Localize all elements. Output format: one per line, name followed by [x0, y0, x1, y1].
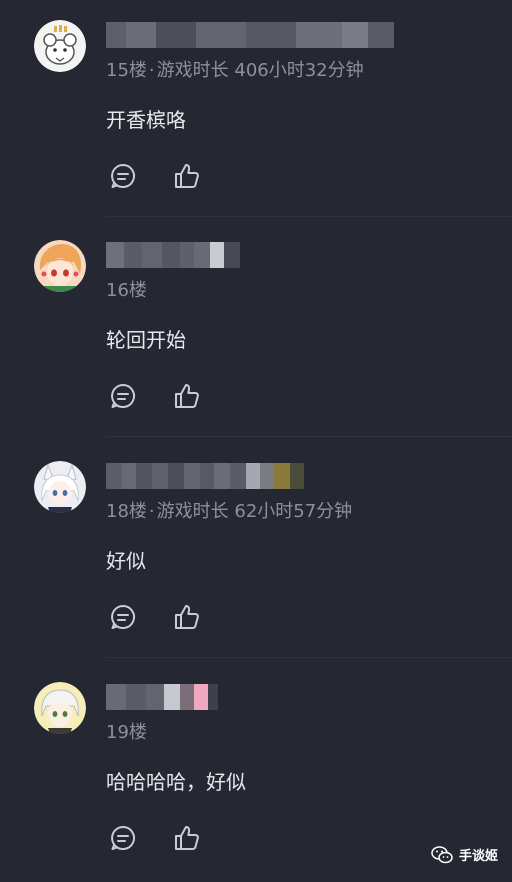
- rat-avatar-icon[interactable]: [34, 20, 86, 72]
- anime-girl-avatar-icon[interactable]: [34, 240, 86, 292]
- thumbs-up-icon: [175, 826, 199, 850]
- comment-actions: [108, 601, 202, 633]
- like-button[interactable]: [172, 823, 202, 853]
- comment-bubble-icon: [111, 605, 135, 629]
- comment-item: 16楼 轮回开始: [0, 220, 512, 440]
- floor-meta: 16楼: [106, 276, 147, 302]
- floor-number: 18楼: [106, 501, 147, 522]
- comment-item: 15楼 · 游戏时长 406小时32分钟 开香槟咯: [0, 0, 512, 220]
- like-button[interactable]: [172, 381, 202, 411]
- comment-actions: [108, 822, 202, 854]
- comment-bubble-icon: [111, 826, 135, 850]
- thumbs-up-icon: [175, 164, 199, 188]
- playtime: 游戏时长 62小时57分钟: [156, 501, 353, 522]
- floor-meta: 15楼 · 游戏时长 406小时32分钟: [106, 56, 364, 82]
- playtime: 游戏时长 406小时32分钟: [156, 60, 364, 81]
- floor-number: 16楼: [106, 280, 147, 301]
- reply-button[interactable]: [108, 381, 138, 411]
- comment-text: 轮回开始: [106, 328, 186, 352]
- floor-number: 19楼: [106, 722, 147, 743]
- username-blurred[interactable]: [106, 463, 304, 489]
- comment-actions: [108, 160, 202, 192]
- username-blurred[interactable]: [106, 684, 218, 710]
- white-hair-boy-avatar-icon[interactable]: [34, 682, 86, 734]
- divider: [106, 216, 512, 217]
- like-button[interactable]: [172, 161, 202, 191]
- floor-meta: 18楼 · 游戏时长 62小时57分钟: [106, 497, 352, 523]
- reply-button[interactable]: [108, 602, 138, 632]
- username-blurred[interactable]: [106, 22, 394, 48]
- separator: ·: [148, 501, 155, 522]
- separator: ·: [148, 60, 155, 81]
- floor-meta: 19楼: [106, 718, 147, 744]
- comment-item: 18楼 · 游戏时长 62小时57分钟 好似: [0, 441, 512, 661]
- comment-actions: [108, 380, 202, 412]
- watermark: 手谈姬: [431, 845, 498, 864]
- thumbs-up-icon: [175, 384, 199, 408]
- watermark-label: 手谈姬: [458, 849, 498, 864]
- comment-text: 哈哈哈哈，好似: [106, 770, 246, 794]
- comment-text: 好似: [106, 549, 146, 573]
- reply-button[interactable]: [108, 161, 138, 191]
- floor-number: 15楼: [106, 60, 147, 81]
- divider: [106, 436, 512, 437]
- comment-bubble-icon: [111, 164, 135, 188]
- comment-text: 开香槟咯: [106, 108, 186, 132]
- divider: [106, 657, 512, 658]
- wechat-icon: [431, 845, 453, 863]
- fox-girl-avatar-icon[interactable]: [34, 461, 86, 513]
- reply-button[interactable]: [108, 823, 138, 853]
- comment-bubble-icon: [111, 384, 135, 408]
- like-button[interactable]: [172, 602, 202, 632]
- thumbs-up-icon: [175, 605, 199, 629]
- username-blurred[interactable]: [106, 242, 240, 268]
